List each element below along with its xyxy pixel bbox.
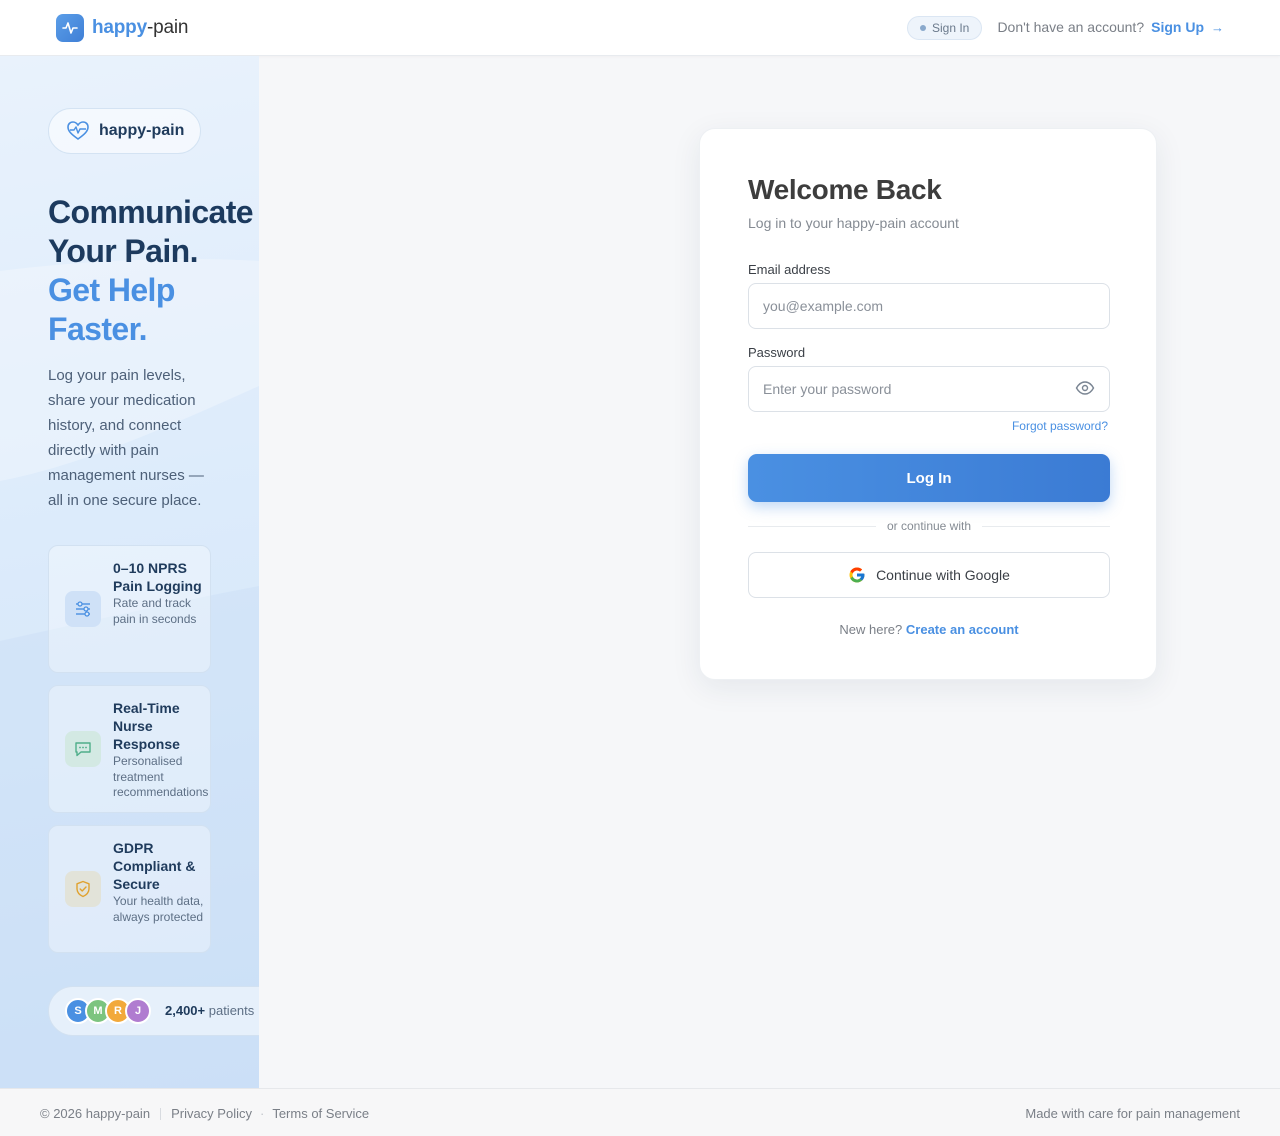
hero-line: Communicate <box>48 194 254 230</box>
email-label: Email address <box>748 262 831 277</box>
top-navbar: happy-pain Sign In Don't have an account… <box>0 0 1280 56</box>
eye-icon[interactable] <box>1074 379 1096 397</box>
footer-tagline: Made with care for pain management <box>1025 1106 1240 1121</box>
feature-card-gdpr: GDPR Compliant & Secure Your health data… <box>48 825 211 953</box>
arrow-right-icon: → <box>1211 19 1224 35</box>
footer-separator <box>160 1107 162 1120</box>
brand-logo[interactable]: happy-pain <box>56 14 188 42</box>
chat-icon <box>65 731 101 767</box>
sign-up-link[interactable]: Sign Up <box>1151 19 1204 35</box>
patient-count-label: patients <box>205 1003 255 1018</box>
google-signin-button[interactable]: Continue with Google <box>748 552 1110 598</box>
login-card: Welcome Back Log in to your happy-pain a… <box>699 128 1157 680</box>
email-field[interactable] <box>748 283 1110 329</box>
brand-name: happy-pain <box>92 17 189 38</box>
feature-card-pain-logging: 0–10 NPRS Pain Logging Rate and track pa… <box>48 545 211 673</box>
patient-count-text: 2,400+ patients <box>165 1003 254 1018</box>
feature-title: 0–10 NPRS Pain Logging <box>113 560 202 594</box>
signup-prompt: Don't have an account? Sign Up → <box>997 19 1224 35</box>
sliders-icon <box>65 591 101 627</box>
hero-line: Your Pain. <box>48 233 198 269</box>
marketing-panel: happy-pain Communicate Your Pain. Get He… <box>0 56 259 1088</box>
shield-check-icon <box>65 871 101 907</box>
divider: or continue with <box>748 518 1110 534</box>
page-footer: © 2026 happy-pain Privacy Policy · Terms… <box>0 1088 1280 1136</box>
intro-paragraph: Log your pain levels, share your medicat… <box>48 367 204 509</box>
footer-dot: · <box>259 1106 265 1121</box>
password-field[interactable] <box>748 366 1110 412</box>
sign-in-pill-label: Sign In <box>932 21 970 35</box>
divider-line <box>982 526 1110 527</box>
create-account-link[interactable]: Create an account <box>906 622 1019 637</box>
signup-footer: New here? Create an account <box>700 622 1158 637</box>
terms-of-service-link[interactable]: Terms of Service <box>272 1106 369 1121</box>
feature-card-nurse-response: Real-Time Nurse Response Personalised tr… <box>48 685 211 813</box>
status-dot-icon <box>920 25 926 31</box>
privacy-policy-link[interactable]: Privacy Policy <box>171 1106 252 1121</box>
feature-title: Real-Time Nurse Response <box>113 700 180 752</box>
google-icon <box>849 567 865 583</box>
patient-count: 2,400+ <box>165 1003 206 1018</box>
hero-line-accent: Get Help <box>48 272 175 308</box>
sign-in-pill[interactable]: Sign In <box>907 16 983 40</box>
no-account-text: Don't have an account? <box>997 19 1145 35</box>
feature-description: Rate and track pain in seconds <box>113 596 197 626</box>
login-button[interactable]: Log In <box>748 454 1110 502</box>
copyright: © 2026 happy-pain <box>40 1106 151 1121</box>
feature-description: Personalised treatment recommendations <box>113 754 209 799</box>
page-subtitle: Log in to your happy-pain account <box>748 215 959 231</box>
password-label: Password <box>748 345 806 360</box>
heart-pulse-icon <box>67 121 89 140</box>
google-button-label: Continue with Google <box>876 567 1010 583</box>
brand-badge: happy-pain <box>48 108 202 154</box>
page-title: Welcome Back <box>748 174 942 205</box>
hero-line-accent: Faster. <box>48 311 148 347</box>
pulse-icon <box>56 14 84 42</box>
hero-heading: Communicate Your Pain. Get Help Faster. <box>48 193 259 349</box>
brand-badge-label: happy-pain <box>99 122 185 139</box>
social-proof: S M R J 2,400+ patients <box>48 986 259 1036</box>
new-here-text: New here? <box>839 622 903 637</box>
feature-description: Your health data, always protected <box>113 894 204 924</box>
feature-title: GDPR Compliant & Secure <box>113 840 196 892</box>
forgot-password-link[interactable]: Forgot password? <box>1012 419 1108 433</box>
avatar: J <box>125 998 151 1024</box>
